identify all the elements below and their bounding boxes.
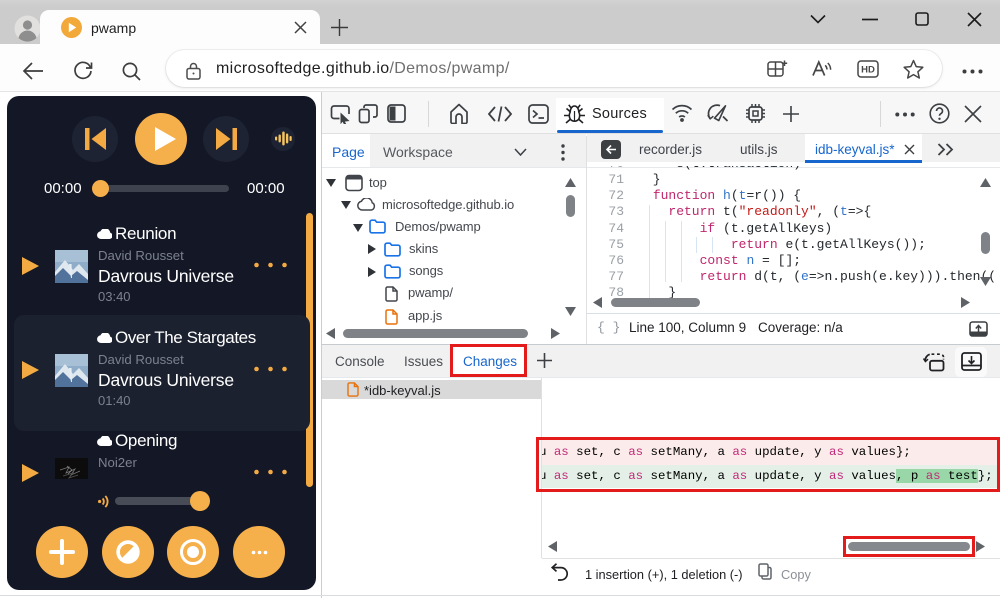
svg-text:HD: HD bbox=[861, 65, 875, 76]
